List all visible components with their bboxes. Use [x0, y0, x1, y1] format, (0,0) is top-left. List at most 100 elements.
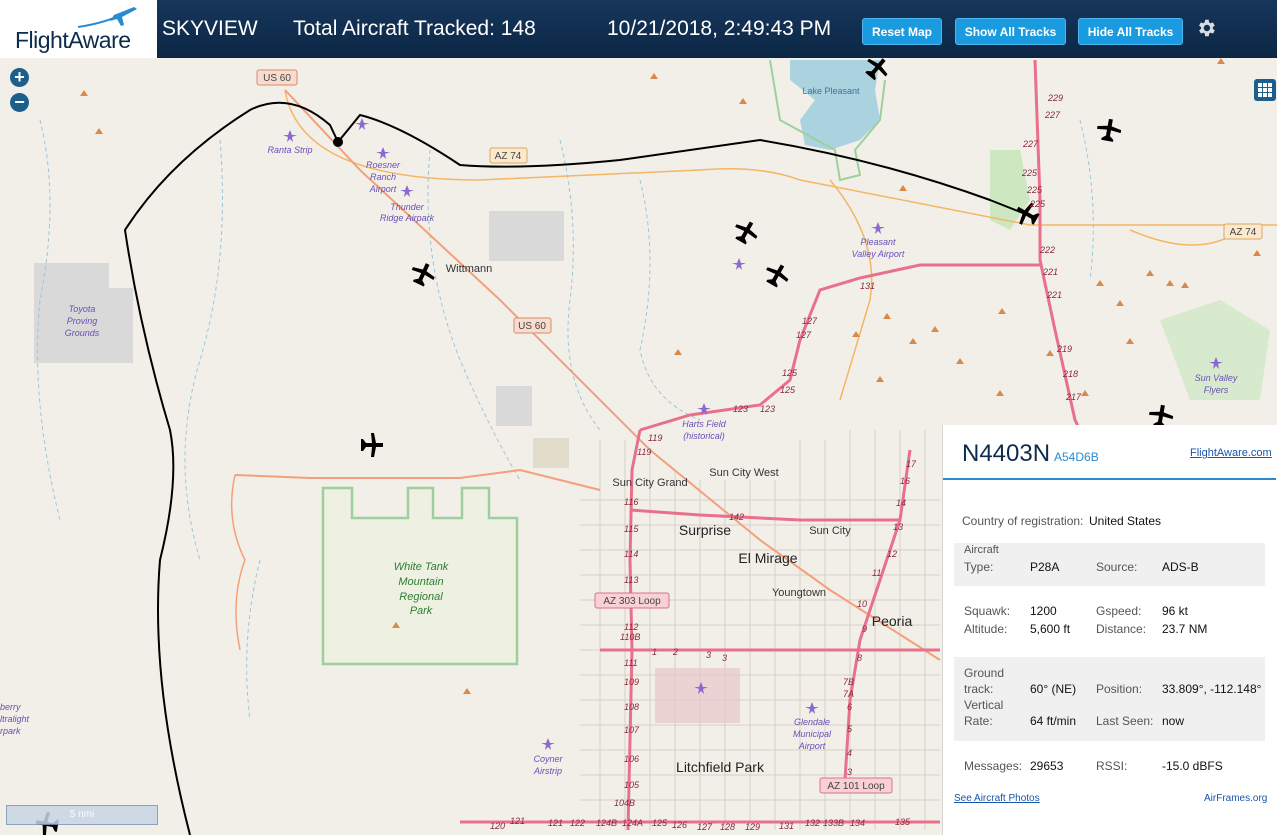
- svg-text:127: 127: [697, 822, 713, 832]
- svg-text:225: 225: [1029, 199, 1046, 209]
- svg-text:126: 126: [672, 820, 687, 830]
- svg-text:Peoria: Peoria: [872, 613, 913, 629]
- svg-text:Flyers: Flyers: [1204, 385, 1229, 395]
- svg-text:AZ 101 Loop: AZ 101 Loop: [827, 781, 885, 792]
- country-label: Country of registration:: [962, 514, 1084, 528]
- svg-text:121: 121: [548, 818, 563, 828]
- rssi-value: -15.0 dBFS: [1162, 759, 1223, 773]
- altitude-label: Altitude:: [964, 622, 1008, 636]
- gspeed-value: 96 kt: [1162, 604, 1189, 618]
- flightaware-logo[interactable]: FlightAware: [0, 0, 157, 58]
- gear-icon[interactable]: [1195, 17, 1217, 39]
- svg-text:Regional: Regional: [399, 591, 443, 603]
- country-value: United States: [1089, 514, 1162, 528]
- aircraft-photos-link[interactable]: See Aircraft Photos: [954, 793, 1040, 804]
- svg-text:Mountain: Mountain: [398, 576, 443, 588]
- svg-text:13: 13: [893, 522, 903, 532]
- svg-text:229: 229: [1047, 93, 1063, 103]
- map-scale: 5 nmi: [6, 805, 158, 825]
- svg-text:131: 131: [860, 281, 875, 291]
- position-label: Position:: [1096, 682, 1143, 696]
- svg-text:White Tank: White Tank: [394, 561, 449, 573]
- washes: [37, 119, 1094, 721]
- svg-text:11: 11: [872, 568, 881, 578]
- svg-text:142: 142: [729, 512, 744, 522]
- svg-text:132: 132: [805, 818, 820, 828]
- svg-text:113: 113: [624, 575, 638, 585]
- svg-text:berry: berry: [0, 702, 21, 712]
- panel-divider: [943, 478, 1276, 480]
- svg-text:Roesner: Roesner: [366, 160, 401, 170]
- svg-text:AZ 74: AZ 74: [495, 151, 522, 162]
- svg-text:134: 134: [850, 818, 865, 828]
- messages-label: Messages:: [964, 759, 1023, 773]
- svg-text:219: 219: [1056, 344, 1072, 354]
- svg-text:107: 107: [624, 725, 640, 735]
- svg-text:9: 9: [862, 624, 867, 634]
- flightaware-link[interactable]: FlightAware.com: [1190, 447, 1272, 459]
- vrate-label-2: Rate:: [964, 714, 993, 728]
- svg-text:225: 225: [1026, 185, 1043, 195]
- svg-text:14: 14: [896, 498, 906, 508]
- type-value: P28A: [1030, 560, 1060, 574]
- svg-text:Ridge Airpark: Ridge Airpark: [380, 213, 435, 223]
- svg-text:Sun City Grand: Sun City Grand: [612, 477, 687, 489]
- svg-text:Airport: Airport: [369, 184, 397, 194]
- zoom-in-button[interactable]: +: [10, 68, 29, 87]
- svg-text:Valley Airport: Valley Airport: [852, 249, 905, 259]
- lastseen-value: now: [1162, 714, 1185, 728]
- svg-text:7B: 7B: [843, 677, 854, 687]
- svg-text:227: 227: [1022, 139, 1039, 149]
- svg-text:12: 12: [887, 549, 897, 559]
- svg-text:112: 112: [624, 622, 638, 632]
- svg-text:122: 122: [570, 818, 585, 828]
- svg-text:4: 4: [847, 748, 852, 758]
- vrate-value: 64 ft/min: [1030, 714, 1077, 728]
- reset-map-button[interactable]: Reset Map: [862, 18, 942, 45]
- zoom-out-button[interactable]: −: [10, 93, 29, 112]
- grey-area: [489, 211, 564, 261]
- svg-text:Pleasant: Pleasant: [860, 237, 896, 247]
- layers-grid-button[interactable]: [1254, 79, 1276, 101]
- rssi-label: RSSI:: [1096, 759, 1128, 773]
- aircraft-icon: [766, 264, 789, 288]
- svg-text:221: 221: [1042, 267, 1058, 277]
- svg-text:218: 218: [1062, 369, 1078, 379]
- svg-text:119: 119: [648, 433, 662, 443]
- svg-text:133B: 133B: [823, 818, 844, 828]
- svg-text:US 60: US 60: [518, 321, 546, 332]
- lastseen-label: Last Seen:: [1096, 714, 1154, 728]
- svg-text:120: 120: [490, 821, 505, 831]
- svg-text:1: 1: [652, 647, 657, 657]
- hide-all-tracks-button[interactable]: Hide All Tracks: [1078, 18, 1183, 45]
- svg-text:110B: 110B: [620, 632, 640, 642]
- svg-text:Park: Park: [410, 605, 433, 617]
- grid-icon: [1258, 83, 1272, 97]
- svg-text:Lake Pleasant: Lake Pleasant: [802, 86, 860, 96]
- source-value: ADS-B: [1162, 560, 1199, 574]
- orange-roads: [284, 89, 1277, 401]
- svg-text:Litchfield Park: Litchfield Park: [676, 759, 765, 775]
- svg-text:AZ 74: AZ 74: [1230, 227, 1257, 238]
- svg-text:125: 125: [782, 368, 798, 378]
- svg-text:Harts Field: Harts Field: [682, 419, 727, 429]
- show-all-tracks-button[interactable]: Show All Tracks: [955, 18, 1066, 45]
- svg-text:217: 217: [1065, 392, 1082, 402]
- svg-text:Toyota: Toyota: [69, 304, 96, 314]
- squawk-label: Squawk:: [964, 604, 1011, 618]
- svg-text:Sun Valley: Sun Valley: [1195, 373, 1238, 383]
- svg-text:109: 109: [624, 677, 639, 687]
- svg-text:106: 106: [624, 754, 639, 764]
- aircraft-icon: [735, 221, 758, 245]
- svg-text:121: 121: [510, 816, 525, 826]
- svg-text:US 60: US 60: [263, 73, 291, 84]
- airframes-link[interactable]: AirFrames.org: [1204, 793, 1267, 804]
- type-label-2: Type:: [964, 560, 994, 574]
- svg-text:Thunder: Thunder: [390, 202, 425, 212]
- source-label: Source:: [1096, 560, 1138, 574]
- track-origin-marker: [333, 137, 343, 147]
- svg-text:Surprise: Surprise: [679, 522, 731, 538]
- type-label: Aircraft: [964, 544, 999, 556]
- svg-text:El Mirage: El Mirage: [738, 550, 797, 566]
- aircraft-info-panel: N4403N A54D6B FlightAware.com Country of…: [942, 425, 1277, 835]
